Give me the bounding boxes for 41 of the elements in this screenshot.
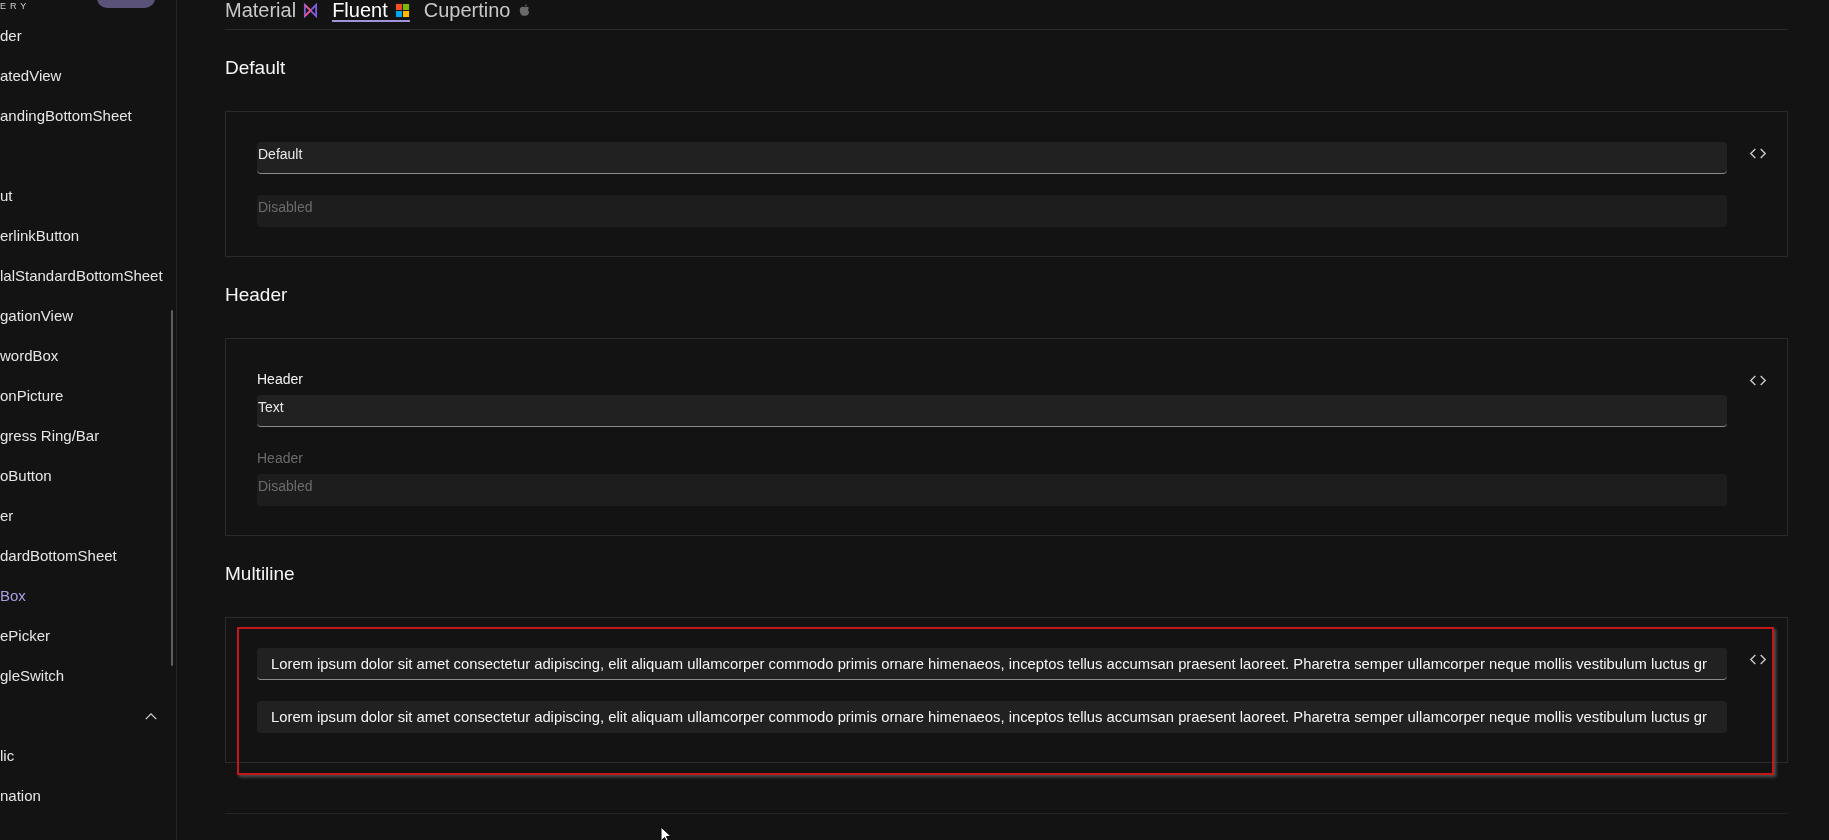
sidebar-item[interactable]: atedView [0, 56, 176, 96]
sidebar-item[interactable]: er [0, 496, 176, 536]
text-area[interactable]: Lorem ipsum dolor sit amet consectetur adipiscing, elit aliquam ullamcorper commodo primis ornare himenaeos, inceptos tellus accumsan praesent laoreet. Pharetra semper ullamcorper neque mollis vestibulum luctus gr [257, 648, 1727, 680]
sidebar-item[interactable]: lic [0, 736, 176, 776]
text-area[interactable]: Lorem ipsum dolor sit amet consectetur adipiscing, elit aliquam ullamcorper commodo primis ornare himenaeos, inceptos tellus accumsan praesent laoreet. Pharetra semper ullamcorper neque mollis vestibulum luctus gr [257, 701, 1727, 733]
sidebar-item[interactable]: gationView [0, 296, 176, 336]
sidebar-item[interactable]: gress Ring/Bar [0, 416, 176, 456]
field-header: Header [257, 449, 304, 468]
tab[interactable]: Material [225, 0, 319, 22]
scrollbar[interactable] [171, 310, 173, 666]
text-field[interactable]: Default [257, 142, 1727, 174]
text-field: Disabled [257, 474, 1727, 506]
sidebar-item[interactable]: nation [0, 776, 176, 816]
sidebar-item[interactable]: Box [0, 576, 176, 616]
windows-icon [394, 2, 410, 18]
chevron-up-icon[interactable] [144, 711, 158, 721]
tab[interactable]: Fluent [332, 0, 410, 22]
tab[interactable]: Cupertino [423, 0, 533, 22]
sidebar-item[interactable]: andingBottomSheet [0, 96, 176, 136]
sidebar-item[interactable]: erlinkButton [0, 216, 176, 256]
bowtie-icon [303, 2, 319, 18]
sidebar-item[interactable]: ut [0, 176, 176, 216]
sidebar-caption: ERY [0, 1, 31, 11]
sidebar-item[interactable]: ePicker [0, 616, 176, 656]
text-field: Disabled [257, 195, 1727, 227]
code-icon[interactable] [1749, 375, 1767, 386]
section-title: Default [225, 56, 287, 80]
section-title: Header [225, 283, 289, 307]
code-icon[interactable] [1749, 148, 1767, 159]
code-icon[interactable] [1749, 654, 1767, 665]
sidebar-item[interactable]: wordBox [0, 336, 176, 376]
sidebar-item[interactable]: oButton [0, 456, 176, 496]
cursor-icon [660, 826, 672, 840]
sidebar-item[interactable]: lalStandardBottomSheet [0, 256, 176, 296]
field-header: Header [257, 370, 304, 389]
sidebar-item[interactable]: gleSwitch [0, 656, 176, 696]
text-field[interactable]: Text [257, 395, 1727, 427]
sidebar-item[interactable]: der [0, 16, 176, 56]
sidebar-item[interactable]: onPicture [0, 376, 176, 416]
sidebar-item[interactable]: dardBottomSheet [0, 536, 176, 576]
section-title: Multiline [225, 562, 296, 586]
